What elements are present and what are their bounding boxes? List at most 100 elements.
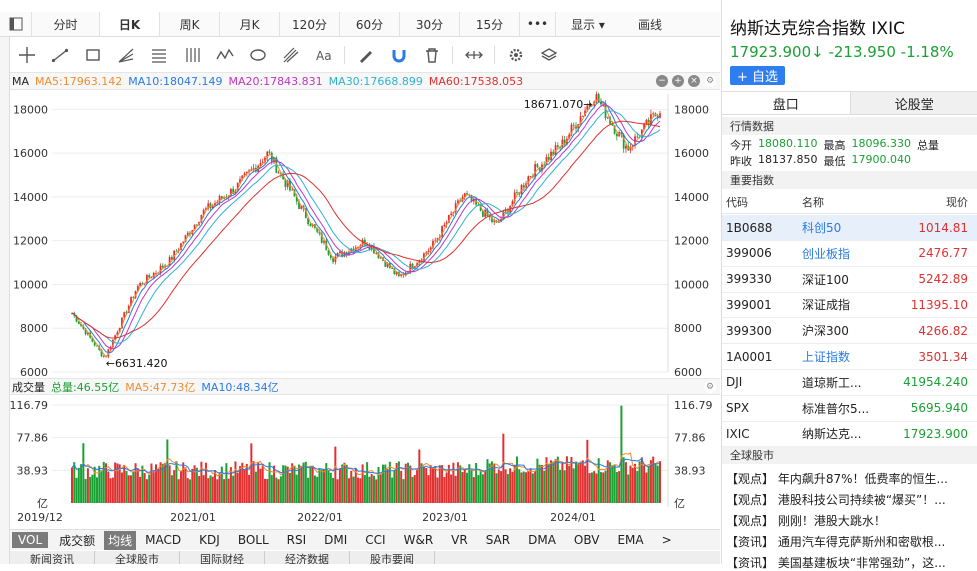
display-dropdown[interactable]: 显示 ▾ (556, 12, 620, 36)
index-row[interactable]: SPX标准普尔5...5695.940 (722, 396, 977, 422)
price-chart[interactable]: 1800018000160001600014000140001200012000… (10, 90, 720, 376)
indicator-macd[interactable]: MACD (136, 533, 190, 547)
tab-30min[interactable]: 30分 (400, 12, 460, 36)
indicator-dmi[interactable]: DMI (315, 533, 356, 547)
crosshair-icon[interactable] (10, 38, 43, 71)
gear-icon[interactable]: ⚙ (704, 381, 716, 393)
index-row[interactable]: 399006创业板指2476.77 (722, 241, 977, 267)
wave-icon[interactable] (208, 38, 241, 71)
tab-monthly-k[interactable]: 月K (220, 12, 280, 36)
index-row[interactable]: DJI道琼斯工...41954.240 (722, 370, 977, 396)
fan-lines-icon[interactable] (109, 38, 142, 71)
pen-icon[interactable] (349, 38, 382, 71)
settings-icon[interactable] (499, 38, 532, 71)
volume-bar (393, 471, 395, 503)
indicator-obv[interactable]: OBV (565, 533, 609, 547)
indicator-kdj[interactable]: KDJ (190, 533, 229, 547)
col-price[interactable]: 现价 (882, 190, 974, 213)
index-row[interactable]: IXIC纳斯达克...17923.900 (722, 421, 977, 447)
arrows-icon[interactable] (457, 38, 490, 71)
magnet-icon[interactable] (382, 38, 415, 71)
tab-order-book[interactable]: 盘口 (722, 92, 851, 114)
indicator-rsi[interactable]: RSI (278, 533, 316, 547)
indicator-sar[interactable]: SAR (477, 533, 519, 547)
indicator-vr[interactable]: VR (442, 533, 477, 547)
candle (530, 176, 532, 177)
volume-bar (639, 461, 641, 503)
trend-line-icon[interactable] (43, 38, 76, 71)
indicator-turnover[interactable]: 成交额 (50, 532, 104, 549)
index-row[interactable]: 1B0688科创501014.81 (722, 215, 977, 241)
tab-60min[interactable]: 60分 (340, 12, 400, 36)
volume-bar (334, 447, 336, 503)
tab-timeshare[interactable]: 分时 (32, 12, 100, 36)
volume-bar (500, 471, 502, 503)
news-item[interactable]: 【资讯】 美国基建板块“非常强劲”，这... (726, 554, 976, 571)
chart-toggle-icon[interactable] (0, 12, 32, 36)
volume-bar (175, 461, 177, 503)
tab-economic-data[interactable]: 经济数据 (265, 551, 350, 564)
volume-bar (237, 473, 239, 503)
indicator-ma[interactable]: 均线 (104, 531, 136, 550)
tab-discussion[interactable]: 论股堂 (851, 92, 977, 114)
svg-text:Aa: Aa (316, 49, 332, 63)
candle (645, 120, 647, 124)
fibonacci-icon[interactable] (142, 38, 175, 71)
draw-line-button[interactable]: 画线 (620, 12, 680, 36)
indicator-next-button[interactable]: > (653, 533, 681, 547)
volume-axis-unit: 亿 (37, 497, 48, 510)
volume-bar (421, 463, 423, 503)
pitchfork-icon[interactable] (274, 38, 307, 71)
volume-chart[interactable]: 116.79116.7977.8677.8638.9338.93亿亿2019/1… (10, 395, 720, 529)
index-row[interactable]: 399300沪深3004266.82 (722, 318, 977, 344)
index-code: SPX (722, 401, 800, 415)
index-row[interactable]: 1A0001上证指数3501.34 (722, 344, 977, 370)
col-name[interactable]: 名称 (800, 190, 882, 213)
text-tool-icon[interactable]: Aa (307, 38, 340, 71)
indicator-dma[interactable]: DMA (519, 533, 565, 547)
more-tabs-button[interactable]: ••• (520, 12, 556, 36)
tab-market-news[interactable]: 股市要闻 (350, 551, 435, 564)
indicator-vol[interactable]: VOL (12, 532, 48, 548)
tab-weekly-k[interactable]: 周K (160, 12, 220, 36)
ma60-value: MA60:17538.053 (429, 75, 523, 88)
volume-bar (160, 462, 162, 503)
close-icon[interactable]: × (688, 75, 700, 87)
tab-15min[interactable]: 15分 (460, 12, 520, 36)
add-favorite-button[interactable]: + 自选 (730, 66, 785, 85)
volume-bar (441, 465, 443, 503)
tab-120min[interactable]: 120分 (280, 12, 340, 36)
news-item[interactable]: 【资讯】 通用汽车得克萨斯州和密歇根... (726, 533, 976, 550)
volume-bar (196, 468, 198, 503)
tab-daily-k[interactable]: 日K (100, 12, 160, 36)
tab-intl-finance[interactable]: 国际财经 (180, 551, 265, 564)
cycle-icon[interactable] (241, 38, 274, 71)
vertical-lines-icon[interactable] (175, 38, 208, 71)
news-item[interactable]: 【观点】 港股科技公司持续被“爆买”！... (726, 491, 976, 508)
news-item[interactable]: 【观点】 刚刚！港股大跳水！ (726, 512, 976, 529)
volume-bar (482, 474, 484, 503)
news-item[interactable]: 【观点】 年内飙升87%！低费率的恒生... (726, 470, 976, 487)
volume-bar (418, 449, 420, 503)
volume-bar (414, 475, 416, 503)
col-code[interactable]: 代码 (722, 190, 800, 213)
index-row[interactable]: 399001深证成指11395.10 (722, 292, 977, 318)
tab-global-markets[interactable]: 全球股市 (95, 551, 180, 564)
rectangle-icon[interactable] (76, 38, 109, 71)
indicator-cci[interactable]: CCI (356, 533, 394, 547)
gear-icon[interactable]: ⚙ (704, 75, 716, 87)
layers-icon[interactable] (532, 38, 565, 71)
indicator-wr[interactable]: W&R (395, 533, 443, 547)
expand-icon[interactable]: + (672, 75, 684, 87)
indicator-ema[interactable]: EMA (608, 533, 652, 547)
indicator-boll[interactable]: BOLL (229, 533, 278, 547)
trash-icon[interactable] (415, 38, 448, 71)
date-axis-tick: 2022/01 (297, 511, 343, 524)
volume-bar (502, 434, 504, 503)
collapse-icon[interactable]: − (656, 75, 668, 87)
tab-news[interactable]: 新闻资讯 (10, 551, 95, 564)
volume-bar (337, 479, 339, 503)
chart-controls: − + × ⚙ (656, 75, 720, 87)
candle (557, 145, 559, 147)
index-row[interactable]: 399330深证1005242.89 (722, 267, 977, 293)
